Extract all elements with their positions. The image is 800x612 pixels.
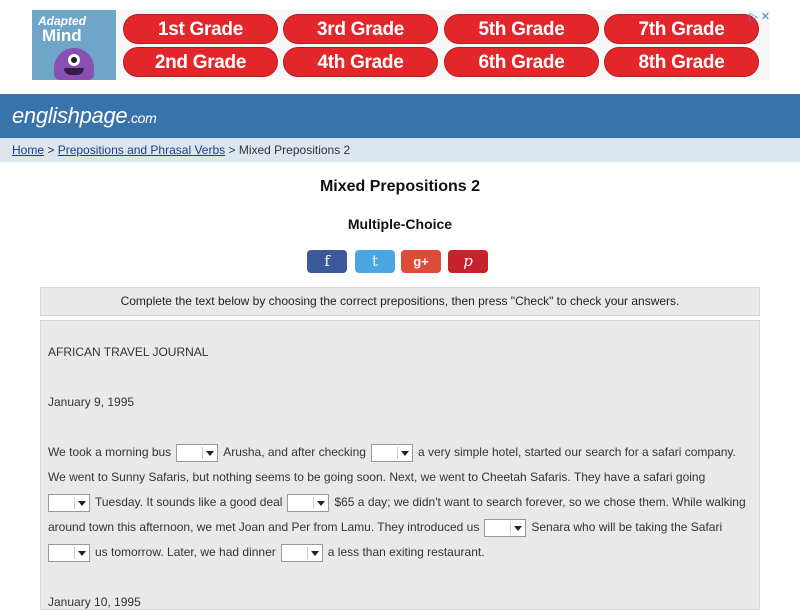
exercise-text: a very simple hotel, started our search … [417, 445, 736, 459]
exercise-text: around town this afternoon, we met Joan … [48, 520, 480, 534]
chevron-down-icon [310, 550, 319, 556]
site-header: englishpage.com [0, 94, 800, 138]
exercise-text: us tomorrow. Later, we had dinner [95, 545, 276, 559]
breadcrumb-current: Mixed Prepositions 2 [238, 143, 351, 157]
preposition-select[interactable] [280, 543, 323, 562]
preposition-select[interactable] [176, 443, 219, 462]
breadcrumb-separator: > [44, 143, 58, 157]
ad-grade-button-7[interactable]: 7th Grade [604, 14, 759, 44]
preposition-select[interactable] [370, 443, 413, 462]
ad-grade-button-1[interactable]: 1st Grade [123, 14, 278, 44]
ad-grade-button-2[interactable]: 2nd Grade [123, 47, 278, 77]
preposition-select[interactable] [48, 493, 90, 512]
breadcrumb-home-link[interactable]: Home [12, 143, 44, 157]
exercise-line: We went to Sunny Safaris, but nothing se… [48, 470, 706, 484]
exercise-line: We took a morning bus Arusha, and after c… [48, 442, 736, 462]
facebook-share-button[interactable]: f [307, 250, 347, 273]
ad-grade-button-4[interactable]: 4th Grade [283, 47, 438, 77]
exercise-panel: AFRICAN TRAVEL JOURNAL January 9, 1995 W… [40, 320, 760, 610]
exercise-text: We took a morning bus [48, 445, 172, 459]
exercise-heading: AFRICAN TRAVEL JOURNAL [48, 345, 209, 359]
ad-grade-button-6[interactable]: 6th Grade [444, 47, 599, 77]
preposition-select[interactable] [287, 493, 330, 512]
ad-logo-line2: Mind [42, 26, 82, 45]
adaptedmind-logo[interactable]: Adapted Mind [32, 10, 116, 80]
monster-mascot-icon [54, 48, 94, 80]
exercise-text: Senara who will be taking the Safari [531, 520, 723, 534]
site-logo-tld: .com [127, 110, 157, 126]
breadcrumb: Home > Prepositions and Phrasal Verbs > … [0, 138, 800, 162]
exercise-text: $65 a day; we didn't want to search fore… [334, 495, 746, 509]
exercise-line: Tuesday. It sounds like a good deal $65 a… [48, 492, 746, 512]
ad-grade-button-5[interactable]: 5th Grade [444, 14, 599, 44]
exercise-line: around town this afternoon, we met Joan … [48, 517, 722, 537]
exercise-text: Tuesday. It sounds like a good deal [95, 495, 283, 509]
preposition-select[interactable] [48, 543, 90, 562]
exercise-text: Arusha, and after checking [223, 445, 366, 459]
pinterest-share-button[interactable]: p [448, 250, 488, 273]
chevron-down-icon [514, 525, 523, 531]
chevron-down-icon [78, 550, 86, 556]
site-logo[interactable]: englishpage.com [12, 103, 157, 129]
ad-banner[interactable]: Adapted Mind 1st Grade 3rd Grade 5th Gra… [32, 10, 770, 80]
twitter-share-button[interactable]: t [355, 250, 395, 273]
chevron-down-icon [206, 450, 215, 456]
page-title: Mixed Prepositions 2 [319, 178, 481, 195]
instructions: Complete the text below by choosing the … [40, 287, 760, 316]
exercise-date: January 10, 1995 [48, 595, 141, 609]
exercise-date: January 9, 1995 [48, 395, 135, 409]
site-logo-main: englishpage [12, 103, 128, 128]
googleplus-share-button[interactable]: g+ [401, 250, 441, 273]
breadcrumb-separator: > [225, 143, 239, 157]
page-subtitle: Multiple-Choice [347, 216, 453, 232]
breadcrumb-section-link[interactable]: Prepositions and Phrasal Verbs [58, 143, 225, 157]
exercise-line: us tomorrow. Later, we had dinner a less … [48, 542, 485, 562]
chevron-down-icon [317, 500, 326, 506]
ad-close-icon[interactable]: ▷ ✕ [749, 10, 770, 23]
chevron-down-icon [400, 450, 409, 456]
chevron-down-icon [78, 500, 86, 506]
exercise-text: a less than exiting restaurant. [327, 545, 485, 559]
preposition-select[interactable] [484, 518, 527, 537]
ad-grade-button-3[interactable]: 3rd Grade [283, 14, 438, 44]
ad-grade-button-8[interactable]: 8th Grade [604, 47, 759, 77]
